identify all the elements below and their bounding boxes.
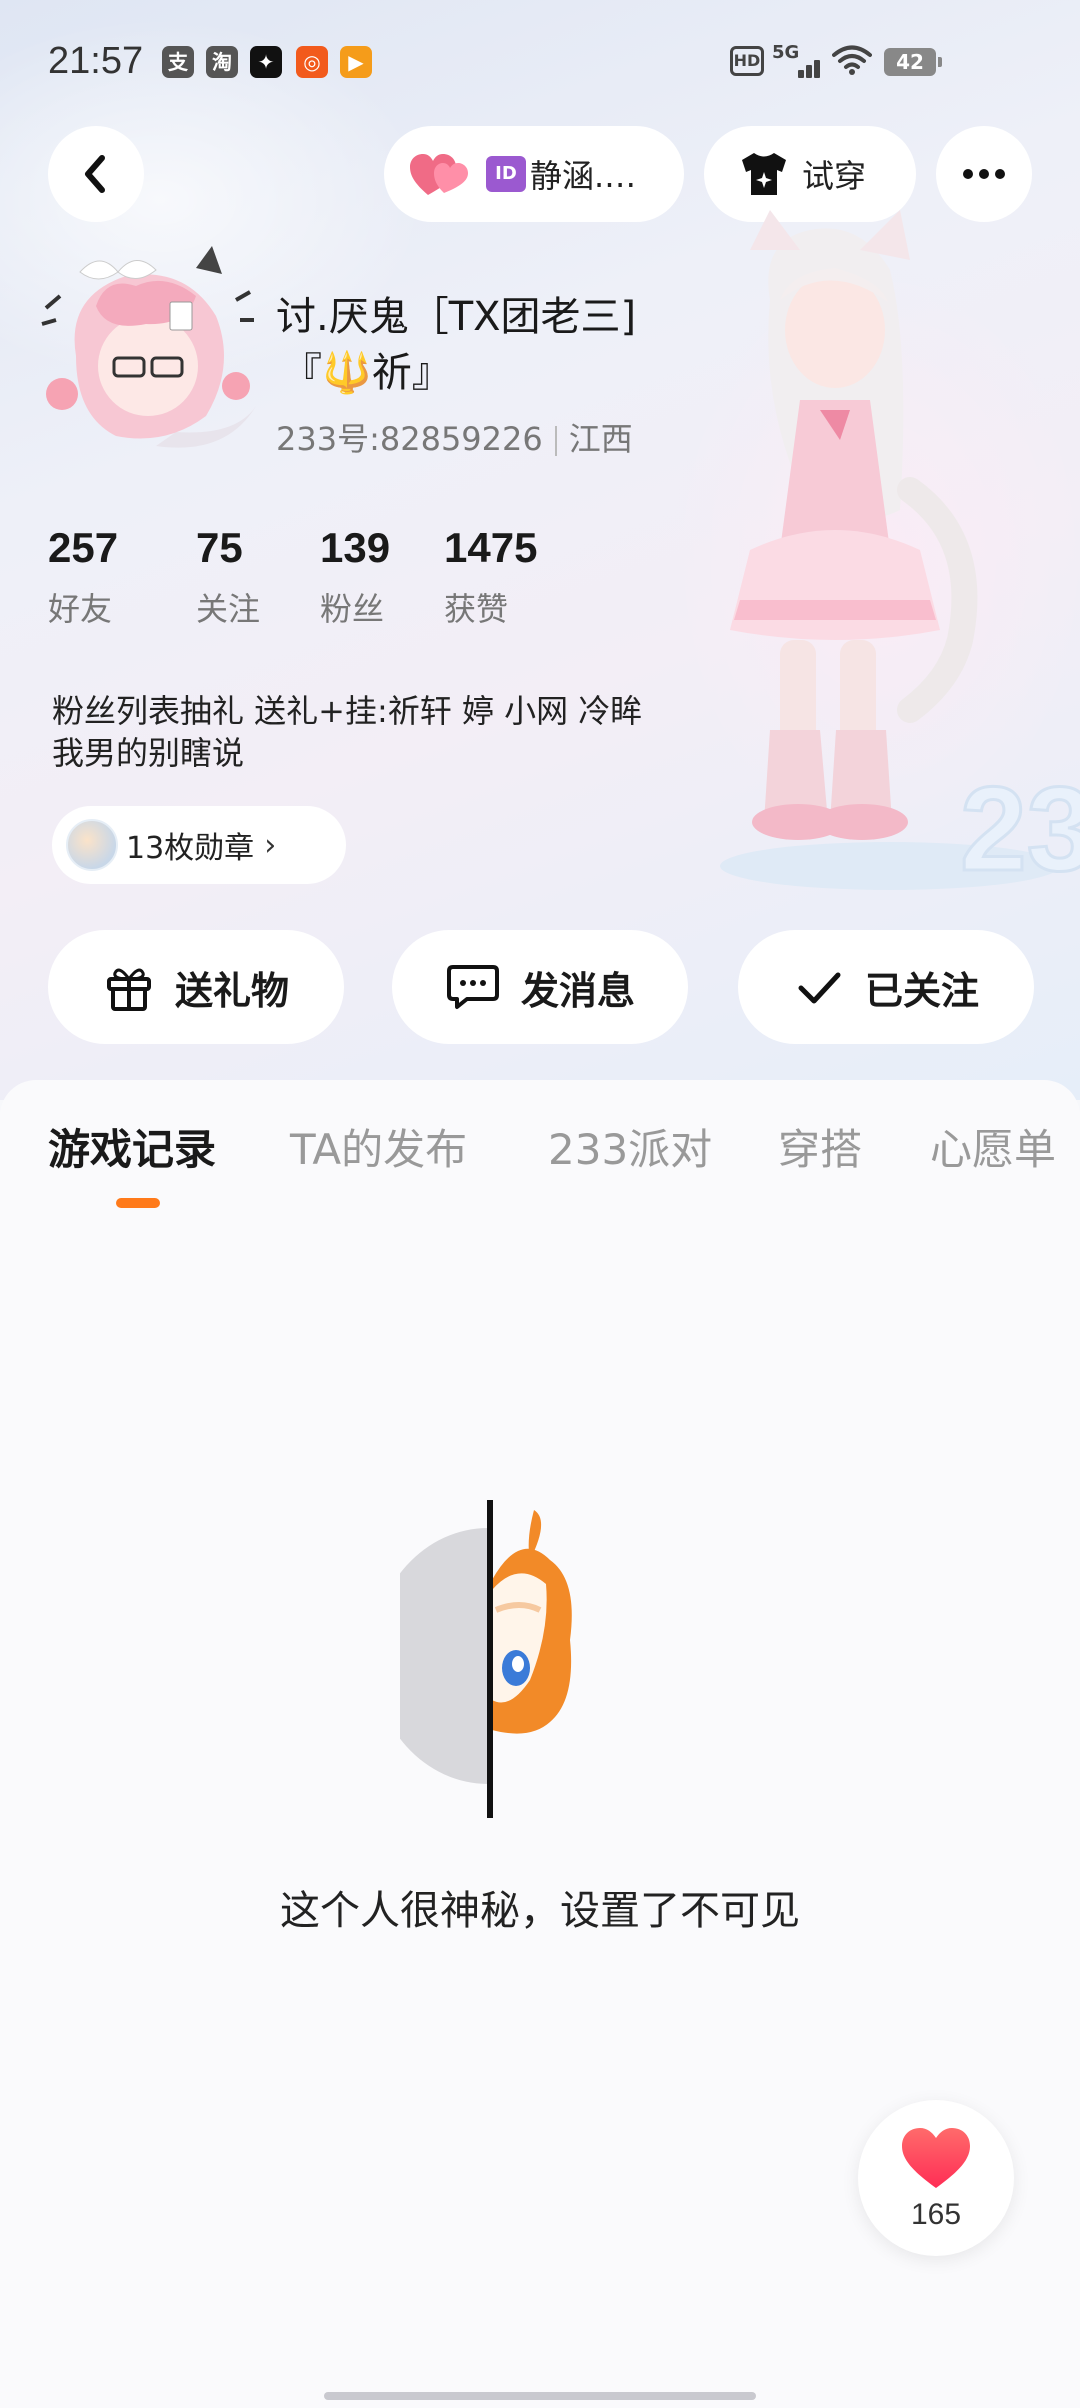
- stat-value: 75: [196, 524, 243, 571]
- stat-following[interactable]: 75 关注: [196, 524, 326, 630]
- bio-line: 粉丝列表抽礼 送礼+挂:祈轩 婷 小网 冷眸: [52, 692, 643, 730]
- tab-game-records[interactable]: 游戏记录: [48, 1116, 216, 1177]
- svg-text:233: 233: [960, 762, 1080, 896]
- profile-tabs: 游戏记录 TA的发布 233派对 穿搭 心愿单: [0, 1116, 1080, 1196]
- id-badge-icon: ID: [486, 156, 526, 192]
- try-on-label: 试穿: [802, 157, 867, 195]
- like-count: 165: [910, 2198, 962, 2231]
- stat-label: 好友: [48, 590, 113, 628]
- more-icon: [963, 169, 1005, 179]
- stat-fans[interactable]: 139 粉丝: [320, 524, 450, 630]
- peeking-mascot-illustration: [400, 1500, 572, 1818]
- relation-label: 静涵.…: [530, 157, 637, 195]
- bio: 粉丝列表抽礼 送礼+挂:祈轩 婷 小网 冷眸 我男的别瞎说: [52, 690, 732, 774]
- avatar[interactable]: [36, 236, 268, 468]
- stat-likes[interactable]: 1475 获赞: [444, 524, 574, 630]
- status-time: 21:57: [48, 40, 144, 82]
- home-indicator[interactable]: [324, 2392, 756, 2400]
- send-message-button[interactable]: 发消息: [392, 930, 688, 1044]
- divider: [554, 426, 557, 456]
- more-button[interactable]: [936, 126, 1032, 222]
- like-button[interactable]: 165: [858, 2100, 1014, 2256]
- signal-icon: [784, 52, 824, 78]
- stat-value: 139: [320, 524, 391, 571]
- send-gift-button[interactable]: 送礼物: [48, 930, 344, 1044]
- heart-icon: [902, 2128, 970, 2188]
- taobao-icon: 淘: [206, 46, 238, 78]
- hearts-icon: [410, 154, 468, 195]
- tab-outfits[interactable]: 穿搭: [778, 1116, 862, 1177]
- wifi-icon: [832, 45, 872, 75]
- tab-party[interactable]: 233派对: [548, 1116, 712, 1177]
- battery-icon: 42: [884, 48, 942, 76]
- user-region: 江西: [568, 420, 633, 458]
- send-message-label: 发消息: [520, 968, 635, 1013]
- relation-button[interactable]: ID 静涵.…: [384, 126, 684, 222]
- app-icon: ✦: [250, 46, 282, 78]
- stat-value: 1475: [444, 524, 538, 571]
- gift-icon: [106, 968, 151, 1011]
- stat-value: 257: [48, 524, 119, 571]
- nickname: 讨.厌鬼［TX团老三]: [276, 294, 637, 340]
- chevron-left-icon: [85, 155, 105, 193]
- chevron-right-icon: ›: [264, 827, 277, 863]
- stat-label: 关注: [196, 590, 261, 628]
- empty-state-message: 这个人很神秘，设置了不可见: [280, 1888, 800, 1934]
- video-app-icon: ▶: [340, 46, 372, 78]
- avatar-character-image: 233: [720, 210, 1080, 898]
- nickname-line2: 『🔱祈』: [282, 350, 452, 396]
- badges-button[interactable]: 13枚勋章 ›: [52, 806, 346, 884]
- back-button[interactable]: [48, 126, 144, 222]
- try-on-button[interactable]: 试穿: [704, 126, 916, 222]
- stat-label: 粉丝: [320, 590, 385, 628]
- badges-label: 13枚勋章: [126, 831, 255, 866]
- bio-line: 我男的别瞎说: [52, 734, 245, 772]
- hd-icon: HD: [730, 46, 764, 76]
- user-id: 233号:82859226: [276, 420, 543, 458]
- send-gift-label: 送礼物: [174, 968, 289, 1013]
- following-button[interactable]: 已关注: [738, 930, 1034, 1044]
- stat-label: 获赞: [444, 590, 509, 628]
- badge-avatar-icon: [66, 819, 118, 871]
- chat-bubble-icon: [446, 965, 499, 1009]
- user-id-row: 233号:82859226 江西: [276, 414, 633, 460]
- alipay-icon: 支: [162, 46, 194, 78]
- following-label: 已关注: [864, 968, 979, 1013]
- tab-indicator: [116, 1198, 160, 1208]
- tab-wishlist[interactable]: 心愿单: [930, 1116, 1056, 1177]
- checkmark-icon: [798, 972, 841, 1004]
- tab-posts[interactable]: TA的发布: [290, 1116, 467, 1177]
- orange-app-icon: ◎: [296, 46, 328, 78]
- tshirt-icon: [742, 153, 786, 195]
- status-bar: 21:57 支 淘 ✦ ◎ ▶ HD 5G 42: [0, 0, 1080, 120]
- stat-friends[interactable]: 257 好友: [48, 524, 178, 630]
